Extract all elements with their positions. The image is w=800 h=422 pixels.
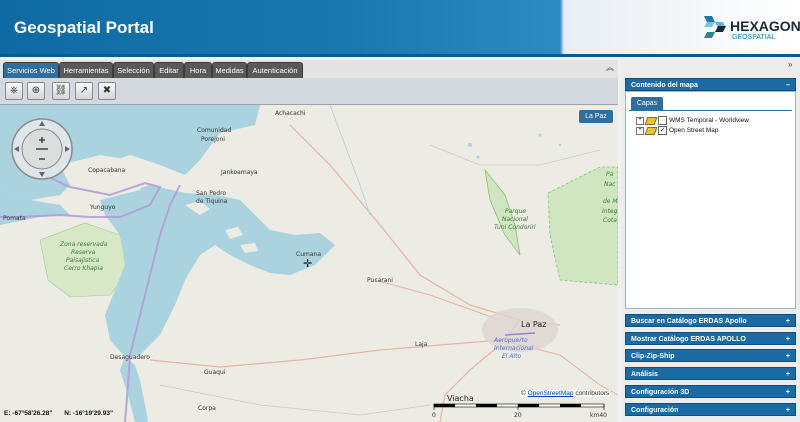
map-label: Nacional: [502, 216, 528, 223]
remove-service-icon[interactable]: ✖: [98, 82, 116, 100]
expand-icon[interactable]: +: [636, 116, 644, 125]
map-label: La Paz: [521, 320, 547, 329]
map-label: Guaqui: [204, 369, 226, 376]
map-pan-zoom-control[interactable]: [10, 117, 74, 181]
map-view[interactable]: La Paz Achacachi Comunidad Porejoni Copa…: [0, 105, 618, 422]
expand-icon[interactable]: +: [786, 386, 790, 399]
zoom-la-paz-button[interactable]: La Paz: [579, 110, 613, 123]
expand-icon[interactable]: +: [786, 333, 790, 346]
ribbon-tabbar: Servicios Web Herramientas Selección Edi…: [0, 60, 618, 79]
panel-configuracion-3d[interactable]: Configuración 3D +: [625, 385, 796, 398]
map-label: Cota: [603, 217, 617, 224]
map-label: Porejoni: [201, 136, 225, 143]
map-label: Cerro Khapia: [64, 265, 103, 272]
panel-title: Contenido del mapa: [631, 82, 698, 89]
hexagon-logo: HEXAGON GEOSPATIAL: [702, 12, 800, 44]
export-icon[interactable]: ↗: [75, 82, 93, 100]
map-attribution: © OpenStreetMap contributors: [520, 390, 611, 397]
layer-row[interactable]: + WMS Temporal - Worldview: [636, 116, 749, 126]
map-label: Pa: [606, 171, 614, 178]
panel-title: Análisis: [631, 371, 658, 378]
map-label: Corpa: [198, 405, 216, 412]
tab-hora[interactable]: Hora: [184, 62, 212, 78]
tab-seleccion[interactable]: Selección: [113, 62, 154, 78]
map-label: de Tiquina: [196, 198, 228, 205]
layers-box: Capas + WMS Temporal - Worldview + ✓ Open S…: [625, 91, 796, 309]
scale-label: 20: [514, 412, 522, 419]
map-label: Pucarani: [367, 277, 393, 284]
scale-label: km40: [590, 412, 607, 419]
panel-title: Buscar en Catálogo ERDAS Apollo: [631, 318, 747, 325]
panel-analisis[interactable]: Análisis +: [625, 367, 796, 380]
layer-row[interactable]: + ✓ Open Street Map: [636, 126, 719, 136]
attribution-suffix: contributors: [575, 390, 610, 397]
scale-label: 0: [432, 412, 436, 419]
panel-title: Clip-Zip-Ship: [631, 353, 675, 360]
map-label: Aeropuerto: [494, 337, 528, 344]
collapse-panel-icon[interactable]: »: [788, 60, 792, 69]
expand-icon[interactable]: +: [786, 315, 790, 328]
map-label: Achacachi: [275, 110, 306, 117]
layer-checkbox[interactable]: [658, 116, 667, 125]
hexagon-logo-icon: [704, 16, 726, 38]
map-label: Internacional: [494, 345, 534, 352]
add-service-icon[interactable]: ⊕: [27, 82, 45, 100]
layer-icon: [644, 116, 658, 125]
add-wms-icon[interactable]: ⎈: [5, 82, 23, 100]
service-toolbar: ⎈ ⊕ ⛓ ↗ ✖: [0, 78, 618, 105]
coord-easting: E: -67°58'26.28": [4, 410, 53, 417]
map-label: Yunguyo: [90, 204, 116, 211]
cursor-crosshair-icon: ✛: [303, 258, 313, 270]
tab-autenticacion[interactable]: Autenticación: [247, 62, 303, 78]
expand-icon[interactable]: +: [786, 368, 790, 381]
panel-mostrar-catalogo[interactable]: Mostrar Catálogo ERDAS APOLLO +: [625, 332, 796, 345]
panel-title: Configuración 3D: [631, 389, 690, 396]
panel-configuracion[interactable]: Configuración +: [625, 403, 796, 416]
map-label: Desaguadero: [110, 354, 150, 361]
openstreetmap-link[interactable]: OpenStreetMap: [528, 390, 574, 397]
subtab-divider: [629, 110, 792, 111]
map-label: El Alto: [502, 353, 522, 360]
attribution-prefix: ©: [521, 390, 526, 397]
tab-herramientas[interactable]: Herramientas: [59, 62, 113, 78]
map-label: Nac: [604, 181, 616, 188]
map-label: de M: [603, 198, 618, 205]
coord-northing: N: -16°19'29.93": [64, 410, 114, 417]
tab-medidas[interactable]: Medidas: [212, 62, 247, 78]
expand-icon[interactable]: +: [786, 404, 790, 417]
panel-title: Configuración: [631, 407, 679, 414]
expand-icon[interactable]: +: [636, 126, 644, 135]
tab-servicios-web[interactable]: Servicios Web: [3, 62, 59, 78]
map-label: Zona reservada: [60, 241, 108, 248]
layer-name: Open Street Map: [669, 127, 719, 135]
map-label: Paisajistica: [66, 257, 100, 264]
layer-checkbox[interactable]: ✓: [658, 126, 667, 135]
app-header: Geospatial Portal HEXAGON GEOSPATIAL: [0, 0, 800, 57]
map-label: Tuni Condoriri: [494, 224, 536, 231]
panel-clip-zip-ship[interactable]: Clip-Zip-Ship +: [625, 349, 796, 362]
map-label: Laja: [415, 341, 428, 348]
collapse-ribbon-icon[interactable]: ︽: [606, 62, 614, 73]
layer-name: WMS Temporal - Worldview: [669, 117, 749, 125]
coordinate-readout: E: -67°58'26.28" N: -16°19'29.93": [4, 410, 123, 417]
map-label: Pomata: [3, 215, 26, 222]
map-label: Jankoamaya: [221, 169, 258, 176]
logo-brand: HEXAGON: [730, 18, 800, 34]
panel-contenido-del-mapa[interactable]: Contenido del mapa –: [625, 78, 796, 91]
map-label: San Pedro: [196, 190, 227, 197]
panel-buscar-catalogo[interactable]: Buscar en Catálogo ERDAS Apollo +: [625, 314, 796, 327]
layer-icon: [644, 126, 658, 135]
logo-sub: GEOSPATIAL: [732, 34, 776, 41]
link-service-icon[interactable]: ⛓: [52, 82, 70, 100]
tab-capas[interactable]: Capas: [631, 97, 663, 110]
map-label: Copacabana: [88, 167, 126, 174]
map-label: Integ: [602, 208, 618, 215]
map-label: Comunidad: [197, 127, 232, 134]
tab-editar[interactable]: Editar: [154, 62, 184, 78]
panel-title: Mostrar Catálogo ERDAS APOLLO: [631, 336, 746, 343]
app-title: Geospatial Portal: [14, 18, 154, 37]
map-label: Parque: [505, 208, 527, 215]
map-label: Reserva: [71, 249, 96, 256]
expand-icon[interactable]: +: [786, 350, 790, 363]
